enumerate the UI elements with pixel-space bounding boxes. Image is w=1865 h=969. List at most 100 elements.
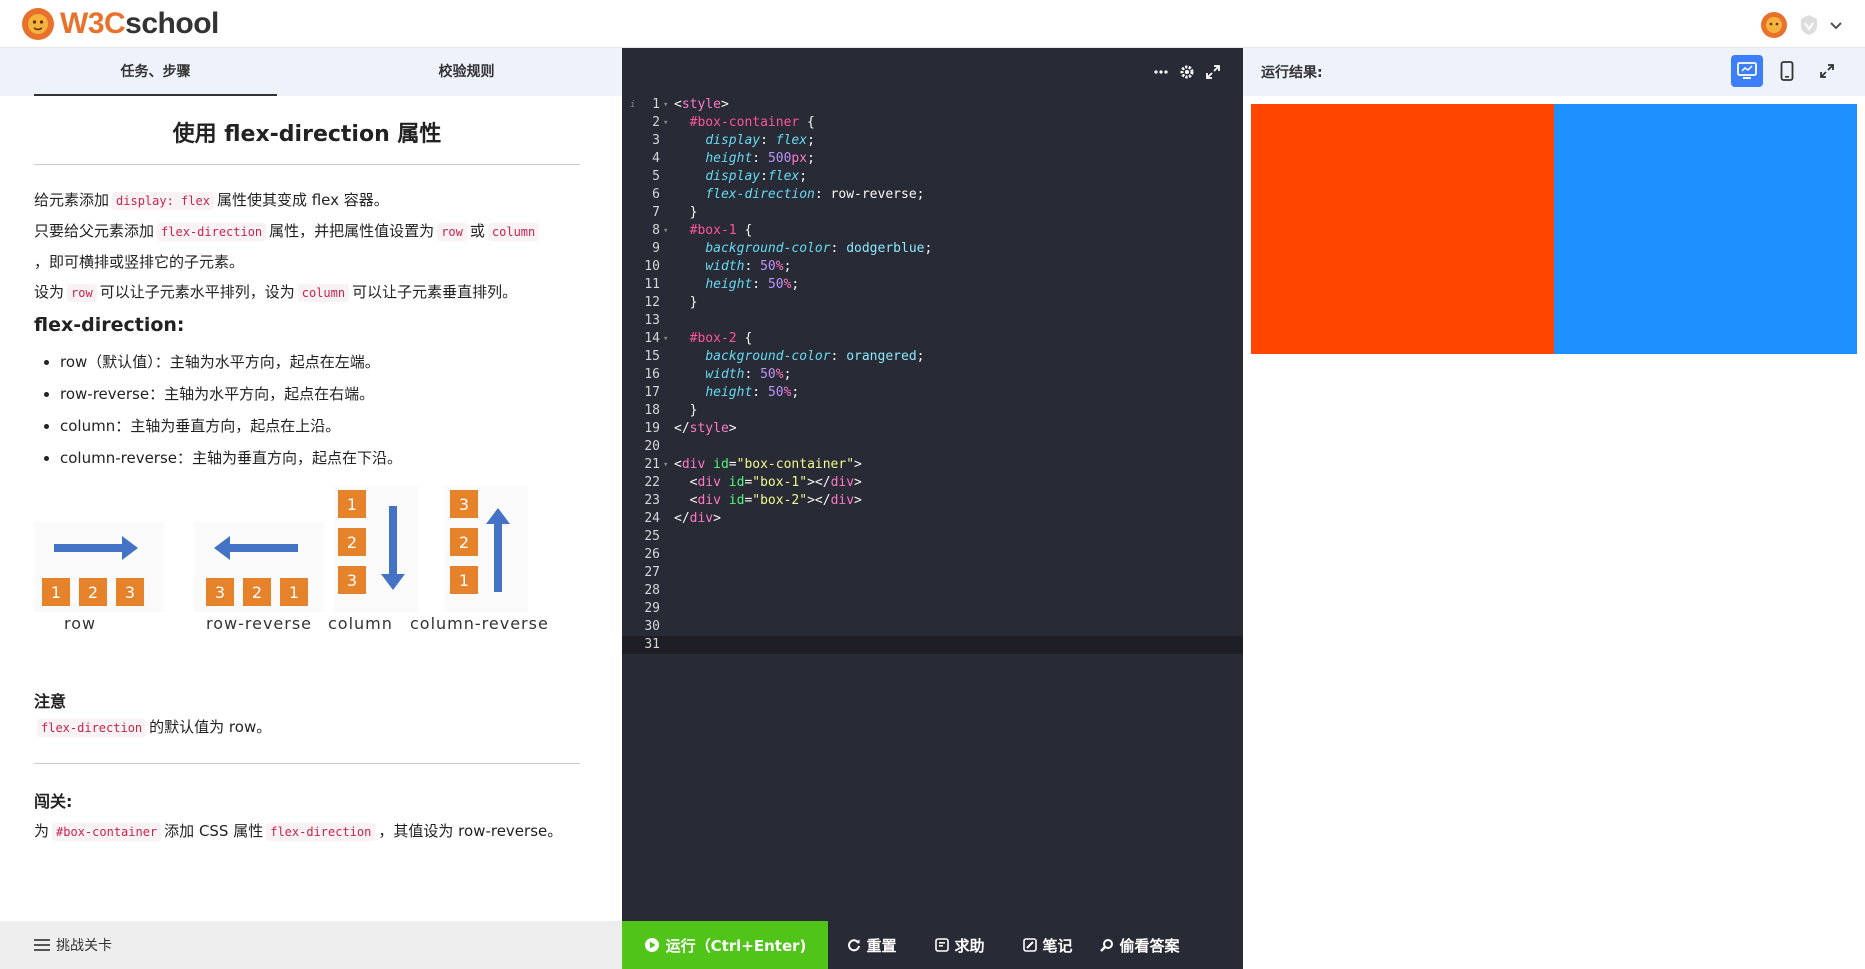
svg-text:1: 1 xyxy=(459,571,469,590)
svg-text:2: 2 xyxy=(459,533,469,552)
notes-label: 笔记 xyxy=(1042,936,1073,955)
code-line: 4 height: 500px; xyxy=(652,151,815,166)
reset-button[interactable]: 重置 xyxy=(828,921,916,969)
mobile-view-button[interactable] xyxy=(1771,55,1803,87)
code-line: 13 xyxy=(644,313,660,328)
flex-direction-diagram: 1 2 3 row 3 2 1 row-reverse 1 2 3 column… xyxy=(34,486,580,656)
paragraph-1: 给元素添加 display: flex 属性使其变成 flex 容器。 xyxy=(34,191,389,210)
paragraph-2: 只要给父元素添加 flex-direction 属性，并把属性值设置为 row 或 col… xyxy=(34,216,580,277)
row-diagram: 1 2 3 xyxy=(34,522,164,612)
svg-text:3: 3 xyxy=(347,571,357,590)
result-title: 运行结果: xyxy=(1261,65,1323,81)
note-title: 注意 xyxy=(34,692,67,711)
desktop-view-button[interactable] xyxy=(1731,55,1763,87)
view-toggle xyxy=(1731,55,1843,87)
view-answer-button[interactable]: 偷看答案 xyxy=(1092,921,1188,969)
preview-box-container xyxy=(1251,104,1857,354)
svg-text:3: 3 xyxy=(459,495,469,514)
row-reverse-diagram: 3 2 1 xyxy=(194,522,324,612)
tab-rules[interactable]: 校验规则 xyxy=(311,48,622,96)
view-answer-label: 偷看答案 xyxy=(1119,936,1180,955)
desktop-icon xyxy=(1737,62,1757,79)
code-flex-direction: flex-direction xyxy=(37,719,147,737)
diagram-label-column: column xyxy=(328,614,393,633)
list-item: column-reverse：主轴为垂直方向，起点在下沿。 xyxy=(60,442,580,474)
code-line: 16 width: 50%; xyxy=(644,367,792,382)
code-line: 19 </style> xyxy=(644,421,737,436)
run-button[interactable]: 运行（Ctrl+Enter) xyxy=(622,921,828,969)
site-logo[interactable]: W3Cschool xyxy=(20,6,219,42)
paragraph-3: 设为 row 可以让子元素水平排列，设为 column 可以让子元素垂直排列。 xyxy=(34,283,518,302)
code-line: 10 width: 50%; xyxy=(644,259,792,274)
code-line: 26 xyxy=(644,547,660,562)
code-line: 18 } xyxy=(644,403,698,418)
code-line: 11 height: 50%; xyxy=(644,277,800,292)
search-icon xyxy=(1100,939,1114,952)
column-reverse-diagram: 3 2 1 xyxy=(444,486,528,612)
chevron-down-icon[interactable] xyxy=(1829,18,1843,32)
instructions-panel: 任务、步骤 校验规则 使用 flex-direction 属性 给元素添加 dis… xyxy=(0,48,622,969)
code-line: 24 </div> xyxy=(644,511,721,526)
code-line-current: 31 xyxy=(622,636,1243,654)
play-icon xyxy=(644,938,659,952)
refresh-icon xyxy=(848,939,861,952)
help-icon xyxy=(935,938,950,952)
code-line: 6 flex-direction: row-reverse; xyxy=(652,187,925,202)
note-text: flex-direction 的默认值为 row。 xyxy=(34,712,580,743)
diagram-label-row: row xyxy=(64,614,97,633)
code-line: 30 xyxy=(644,619,660,634)
challenge-menu-button[interactable]: 挑战关卡 xyxy=(0,921,622,969)
code-line: 14 ▾ #box-2 { xyxy=(644,331,753,346)
challenge-text: 为 #box-container 添加 CSS 属性 flex-direction ，其… xyxy=(34,822,563,841)
svg-text:3: 3 xyxy=(125,583,135,602)
edit-icon xyxy=(1023,938,1038,952)
more-icon[interactable] xyxy=(1153,64,1169,80)
challenge-title: 闯关: xyxy=(34,792,73,811)
svg-text:2: 2 xyxy=(88,583,98,602)
code-line: 25 xyxy=(644,529,660,544)
menu-icon xyxy=(34,939,50,951)
subheading: flex-direction: xyxy=(34,314,185,336)
list-item: row（默认值）：主轴为水平方向，起点在左端。 xyxy=(60,346,580,378)
divider xyxy=(34,763,580,764)
run-label: 运行（Ctrl+Enter) xyxy=(665,936,807,955)
gear-icon[interactable] xyxy=(1179,64,1195,80)
code-area[interactable]: i 1 ▾ <style> 2 ▾ #box-container { 3 display… xyxy=(622,96,1243,654)
preview-box-2 xyxy=(1251,104,1554,354)
lion-logo-icon xyxy=(22,8,54,40)
diagram-label-column-reverse: column-reverse xyxy=(410,614,549,633)
lesson-title: 使用 flex-direction 属性 xyxy=(34,116,580,165)
expand-icon xyxy=(1820,64,1834,78)
help-label: 求助 xyxy=(954,936,985,955)
vip-badge-icon[interactable] xyxy=(1797,13,1821,37)
avatar[interactable] xyxy=(1759,10,1789,40)
challenge-menu-label: 挑战关卡 xyxy=(56,938,112,954)
user-area xyxy=(1759,10,1843,40)
code-line: 27 xyxy=(644,565,660,580)
code-line: 22 <div id="box-1"></div> xyxy=(644,475,862,490)
notes-button[interactable]: 笔记 xyxy=(1004,921,1092,969)
preview-box-1 xyxy=(1554,104,1857,354)
svg-text:2: 2 xyxy=(347,533,357,552)
expand-icon[interactable] xyxy=(1205,64,1221,80)
diagram-label-row-reverse: row-reverse xyxy=(206,614,313,633)
result-panel: 运行结果: xyxy=(1243,48,1865,969)
list-item: row-reverse：主轴为水平方向，起点在右端。 xyxy=(60,378,580,410)
svg-text:1: 1 xyxy=(289,583,299,602)
tab-steps[interactable]: 任务、步骤 xyxy=(0,48,311,96)
code-line: 17 height: 50%; xyxy=(644,385,800,400)
fullscreen-button[interactable] xyxy=(1811,55,1843,87)
code-line: 8 ▾ #box-1 { xyxy=(652,223,753,238)
direction-list: row（默认值）：主轴为水平方向，起点在左端。 row-reverse：主轴为水… xyxy=(34,346,580,474)
code-line: 3 display: flex; xyxy=(652,133,815,148)
list-item: column：主轴为垂直方向，起点在上沿。 xyxy=(60,410,580,442)
code-line: 28 xyxy=(644,583,660,598)
result-header: 运行结果: xyxy=(1243,48,1865,96)
reset-label: 重置 xyxy=(866,936,897,955)
code-line: 7 } xyxy=(652,205,698,220)
code-column: column xyxy=(487,223,540,241)
help-button[interactable]: 求助 xyxy=(916,921,1004,969)
code-line: 23 <div id="box-2"></div> xyxy=(644,493,862,508)
code-box-container: #box-container xyxy=(52,823,162,841)
code-row: row xyxy=(437,223,467,241)
